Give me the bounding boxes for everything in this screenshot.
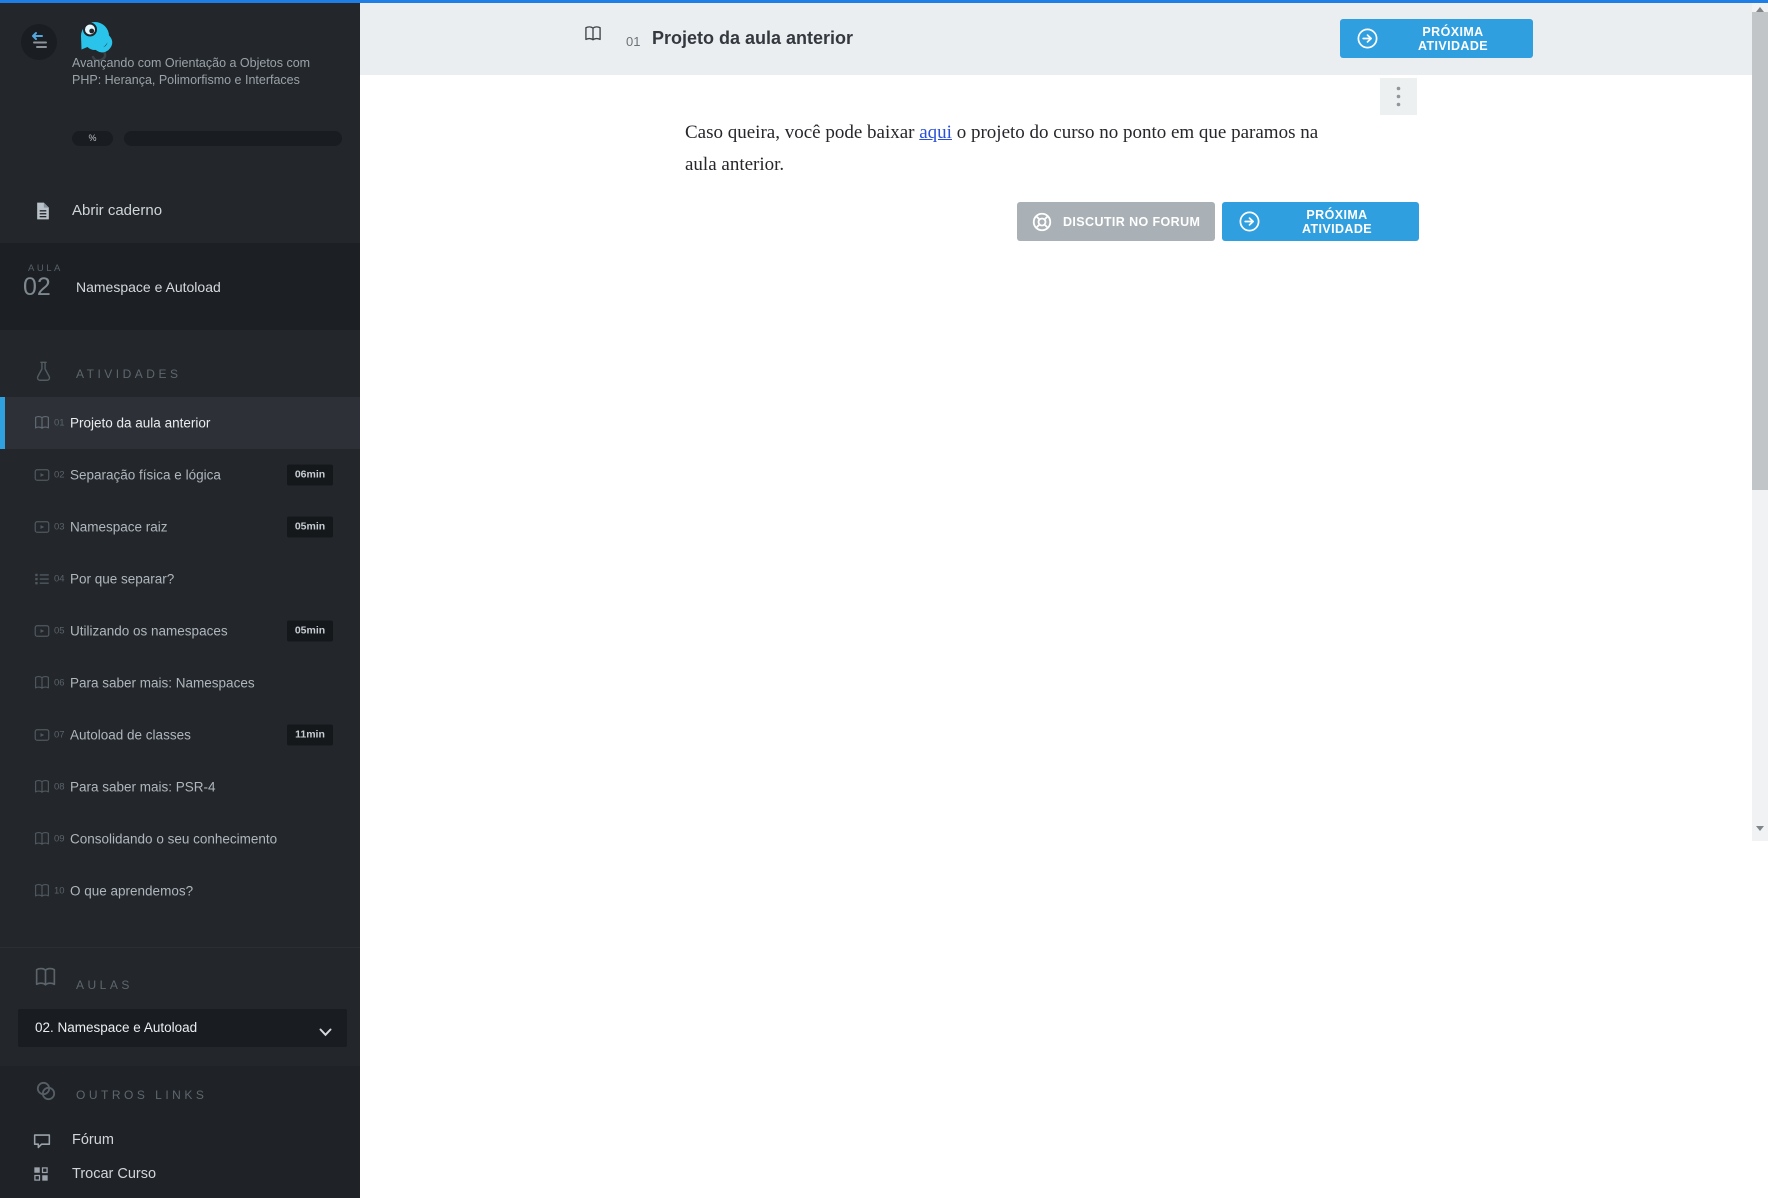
activities-section-label: ATIVIDADES [76, 367, 182, 381]
activity-duration-badge: 05min [287, 620, 333, 642]
activity-label: Para saber mais: Namespaces [70, 675, 255, 691]
activity-number: 05 [54, 625, 65, 637]
next-activity-button-top[interactable]: PRÓXIMA ATIVIDADE [1340, 19, 1533, 58]
flask-icon [33, 359, 54, 389]
activity-duration-badge: 06min [287, 464, 333, 486]
activity-number: 10 [54, 885, 65, 897]
scrollbar-thumb[interactable] [1752, 12, 1768, 490]
grid-icon [34, 1167, 48, 1181]
activity-item-02[interactable]: 02 Separação física e lógica 06min [0, 449, 360, 501]
lesson-name: Namespace e Autoload [76, 279, 221, 295]
activity-label: O que aprendemos? [70, 883, 194, 899]
activity-item-10[interactable]: 10 O que aprendemos? [0, 865, 360, 917]
video-icon [33, 466, 51, 484]
open-notebook-label: Abrir caderno [72, 202, 163, 219]
video-icon [33, 622, 51, 640]
course-title: Avançando com Orientação a Objetos com P… [72, 56, 311, 87]
book-open-icon [33, 882, 51, 900]
activity-item-01[interactable]: 01 Projeto da aula anterior [0, 397, 360, 449]
activity-item-08[interactable]: 08 Para saber mais: PSR-4 [0, 761, 360, 813]
discuss-forum-button[interactable]: DISCUTIR NO FORUM [1017, 202, 1215, 241]
activity-label: Separação física e lógica [70, 467, 221, 483]
activity-duration-badge: 05min [287, 516, 333, 538]
top-accent-line [0, 0, 1768, 3]
life-buoy-icon [1031, 211, 1053, 233]
content-text-before: Caso queira, você pode baixar [685, 122, 920, 143]
scrollbar[interactable] [1752, 3, 1768, 841]
collapse-sidebar-button[interactable] [21, 24, 57, 60]
activity-label: Consolidando o seu conhecimento [70, 831, 278, 847]
kebab-icon [1396, 86, 1401, 107]
arrow-right-circle-icon [1238, 210, 1261, 233]
activity-item-06[interactable]: 06 Para saber mais: Namespaces [0, 657, 360, 709]
activity-number: 04 [54, 573, 65, 585]
chat-icon [33, 1134, 51, 1149]
open-notebook-item[interactable]: Abrir caderno [0, 188, 360, 234]
activities-section-header: ATIVIDADES [0, 359, 360, 397]
link-chain-icon [33, 1078, 59, 1109]
activity-label: Utilizando os namespaces [70, 623, 228, 639]
activity-number: 07 [54, 729, 65, 741]
activity-label: Namespace raiz [70, 519, 168, 535]
book-open-icon [33, 778, 51, 796]
download-link[interactable]: aqui [919, 122, 952, 143]
page-title: Projeto da aula anterior [652, 28, 854, 48]
activity-item-05[interactable]: 05 Utilizando os namespaces 05min [0, 605, 360, 657]
book-open-icon [33, 414, 51, 432]
arrow-right-circle-icon [1356, 27, 1379, 50]
activity-label: Para saber mais: PSR-4 [70, 779, 216, 795]
activity-number: 01 [54, 417, 65, 429]
activities-list: 01 Projeto da aula anterior 02 Separação… [0, 397, 360, 917]
activity-number: 08 [54, 781, 65, 793]
progress-percent-badge: % [72, 131, 113, 146]
content-actions: DISCUTIR NO FORUM PRÓXIMA ATIVIDADE [1017, 202, 1419, 241]
lesson-badge: AULA 02 Namespace e Autoload [0, 243, 360, 330]
book-icon [33, 965, 58, 995]
video-icon [33, 726, 51, 744]
chevron-down-icon [319, 1024, 332, 1042]
activity-header: 01 Projeto da aula anterior PRÓXIMA ATIV… [360, 3, 1752, 75]
more-options-button[interactable] [1380, 78, 1417, 115]
sidebar: Avançando com Orientação a Objetos com P… [0, 0, 360, 1198]
next-activity-label: PRÓXIMA ATIVIDADE [1417, 24, 1489, 53]
activity-item-04[interactable]: 04 Por que separar? [0, 553, 360, 605]
content-paragraph: Caso queira, você pode baixar aqui o pro… [685, 117, 1333, 180]
header-activity-number: 01 [626, 34, 641, 49]
progress-bar [124, 131, 342, 146]
course-page: Avançando com Orientação a Objetos com P… [0, 0, 1768, 1198]
aulas-section-header: AULAS [0, 947, 360, 1010]
lesson-number: 02 [23, 273, 51, 301]
outros-links-label: OUTROS LINKS [76, 1088, 208, 1102]
video-icon [33, 518, 51, 536]
lesson-select-value: 02. Namespace e Autoload [35, 1020, 198, 1035]
active-item-accent [0, 397, 5, 449]
activity-number: 03 [54, 521, 65, 533]
activity-number: 06 [54, 677, 65, 689]
sidebar-item-forum[interactable]: Fórum [0, 1126, 360, 1158]
sidebar-item-trocar-curso[interactable]: Trocar Curso [0, 1160, 360, 1192]
list-icon [33, 570, 51, 588]
book-open-icon [33, 674, 51, 692]
collapse-sidebar-icon [26, 28, 52, 57]
activity-number: 09 [54, 833, 65, 845]
book-open-icon [33, 830, 51, 848]
sidebar-item-label: Fórum [72, 1132, 114, 1148]
aulas-section-label: AULAS [76, 978, 133, 992]
activity-label: Projeto da aula anterior [70, 415, 211, 431]
sidebar-item-label: Trocar Curso [72, 1166, 157, 1182]
activity-duration-badge: 11min [287, 724, 333, 746]
activity-number: 02 [54, 469, 65, 481]
book-open-icon [583, 24, 603, 49]
activity-label: Autoload de classes [70, 727, 191, 743]
discuss-forum-label: DISCUTIR NO FORUM [1063, 214, 1201, 229]
activity-label: Por que separar? [70, 571, 175, 587]
activity-item-03[interactable]: 03 Namespace raiz 05min [0, 501, 360, 553]
scrollbar-down-arrow-icon[interactable] [1756, 826, 1764, 831]
next-activity-button[interactable]: PRÓXIMA ATIVIDADE [1222, 202, 1419, 241]
activity-item-09[interactable]: 09 Consolidando o seu conhecimento [0, 813, 360, 865]
next-activity-label: PRÓXIMA ATIVIDADE [1301, 207, 1373, 236]
activity-item-07[interactable]: 07 Autoload de classes 11min [0, 709, 360, 761]
document-icon [37, 202, 49, 220]
lesson-select[interactable]: 02. Namespace e Autoload [18, 1009, 347, 1047]
